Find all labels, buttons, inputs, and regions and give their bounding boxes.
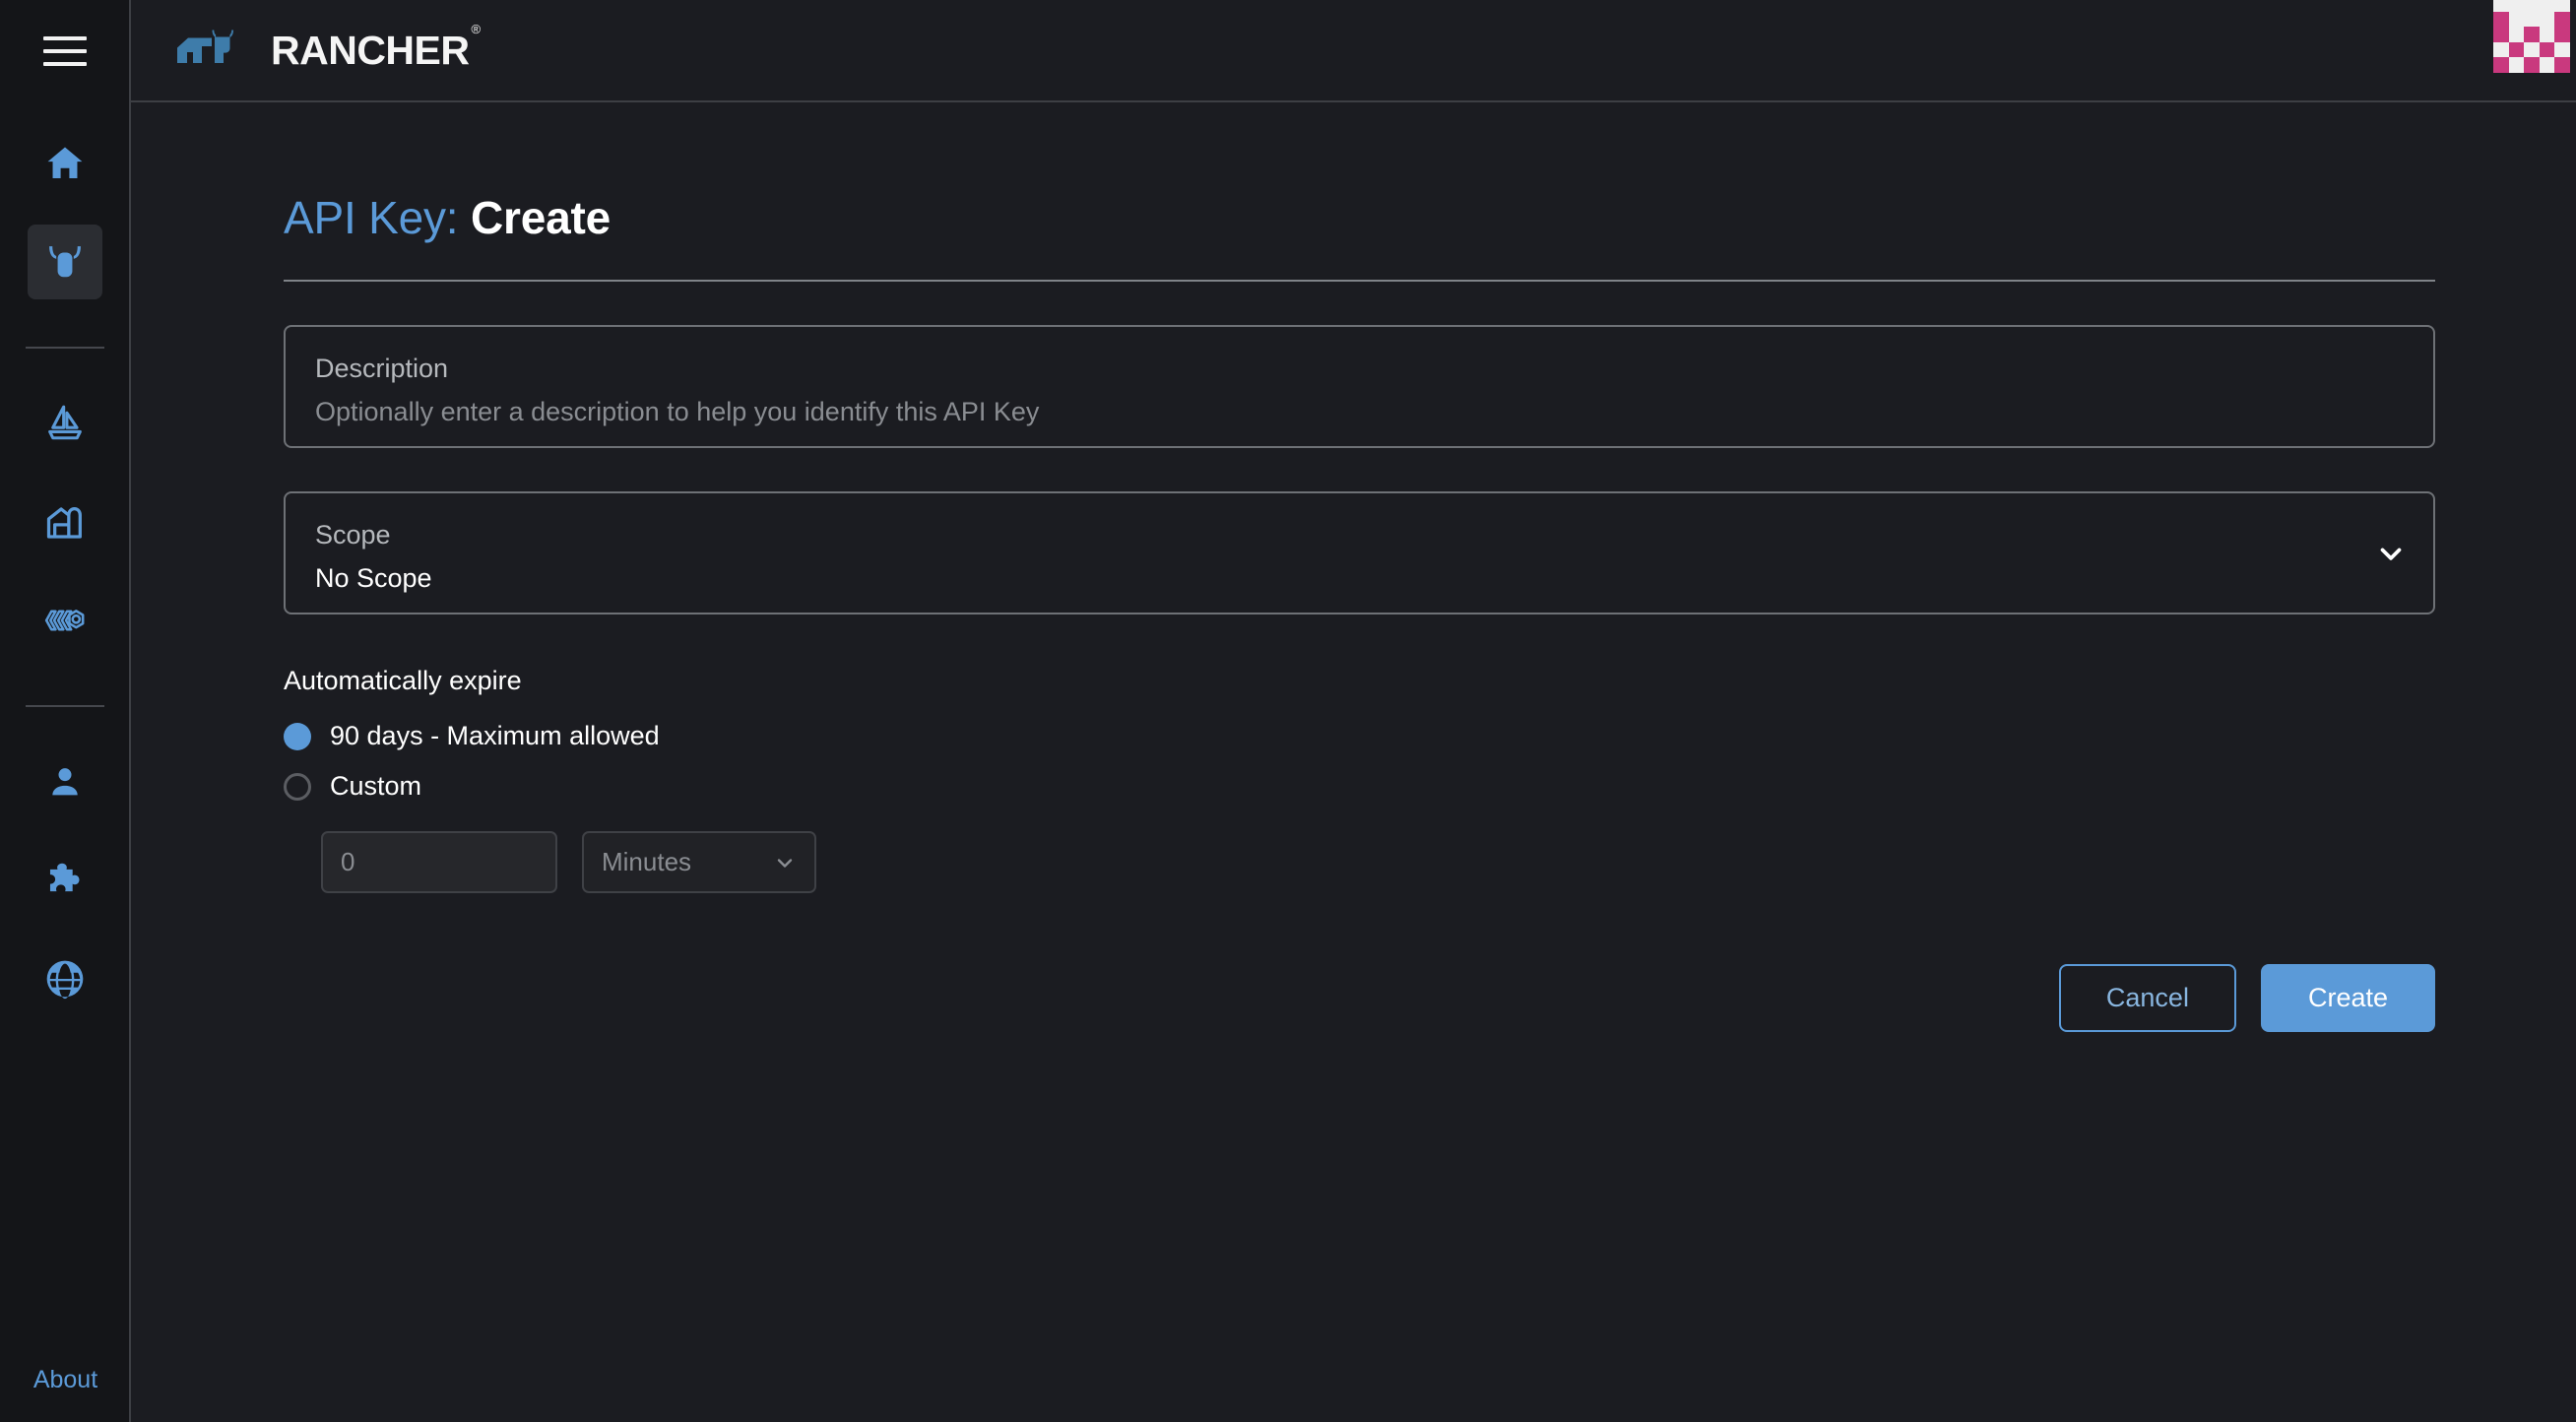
app-root: About RANCHER®: [0, 0, 2576, 1422]
user-icon: [45, 762, 85, 802]
scope-label: Scope: [315, 519, 2404, 552]
cattle-icon: [42, 240, 88, 284]
trademark-symbol: ®: [472, 22, 481, 36]
custom-expiry-row: Minutes: [321, 831, 2435, 893]
expire-section-label: Automatically expire: [284, 666, 2435, 696]
sidebar-about-link[interactable]: About: [0, 1366, 131, 1394]
sidebar-item-home[interactable]: [28, 126, 102, 201]
sidebar-item-cluster-management[interactable]: [28, 485, 102, 559]
description-field[interactable]: Description Optionally enter a descripti…: [284, 325, 2435, 448]
custom-amount-input[interactable]: [321, 831, 557, 893]
page-title-prefix: API Key:: [284, 192, 458, 243]
page-title-suffix: Create: [471, 192, 611, 243]
sidebar-item-global-settings[interactable]: [28, 941, 102, 1016]
rancher-wordmark: RANCHER®: [271, 28, 479, 74]
sidebar: About: [0, 0, 131, 1422]
form-actions: Cancel Create: [284, 964, 2435, 1032]
radio-label-custom: Custom: [330, 771, 421, 802]
scope-select[interactable]: Scope No Scope: [284, 491, 2435, 614]
main-area: RANCHER® API Key: Create Desc: [131, 0, 2576, 1422]
avatar[interactable]: [2493, 0, 2570, 73]
menu-icon: [43, 36, 87, 66]
sidebar-divider-2: [26, 705, 104, 707]
page-content: API Key: Create Description Optionally e…: [131, 102, 2576, 1422]
sidebar-item-continuous-delivery[interactable]: [28, 386, 102, 461]
sidebar-divider-1: [26, 347, 104, 349]
cancel-button[interactable]: Cancel: [2059, 964, 2236, 1032]
top-header: RANCHER®: [131, 0, 2576, 102]
sailboat-icon: [42, 401, 88, 446]
globe-icon: [43, 957, 87, 1001]
rancher-logo[interactable]: RANCHER®: [174, 26, 479, 76]
sidebar-item-users-and-authentication[interactable]: [28, 744, 102, 819]
scope-value: No Scope: [315, 563, 2404, 594]
radio-option-custom[interactable]: Custom: [284, 771, 2435, 802]
herd-icon: [41, 603, 89, 638]
description-label: Description: [315, 353, 2404, 386]
sidebar-item-virtualization[interactable]: [28, 583, 102, 658]
rancher-cow-logo-icon: [174, 26, 255, 76]
description-placeholder: Optionally enter a description to help y…: [315, 397, 2404, 427]
custom-unit-select[interactable]: Minutes: [582, 831, 816, 893]
radio-option-90-days[interactable]: 90 days - Maximum allowed: [284, 721, 2435, 751]
create-button[interactable]: Create: [2261, 964, 2435, 1032]
sidebar-item-cluster[interactable]: [28, 225, 102, 299]
barn-icon: [42, 499, 88, 545]
custom-unit-value: Minutes: [602, 847, 691, 877]
page-title: API Key: Create: [284, 102, 2435, 244]
radio-indicator-selected: [284, 723, 311, 750]
title-divider: [284, 280, 2435, 282]
puzzle-icon: [43, 859, 87, 902]
chevron-down-icon: [2374, 537, 2408, 570]
sidebar-icon-list: [0, 102, 130, 1016]
chevron-down-icon: [773, 851, 797, 874]
radio-indicator-unselected: [284, 773, 311, 801]
sidebar-item-extensions[interactable]: [28, 843, 102, 918]
menu-button[interactable]: [0, 0, 130, 102]
home-icon: [43, 142, 87, 185]
radio-label-90-days: 90 days - Maximum allowed: [330, 721, 660, 751]
